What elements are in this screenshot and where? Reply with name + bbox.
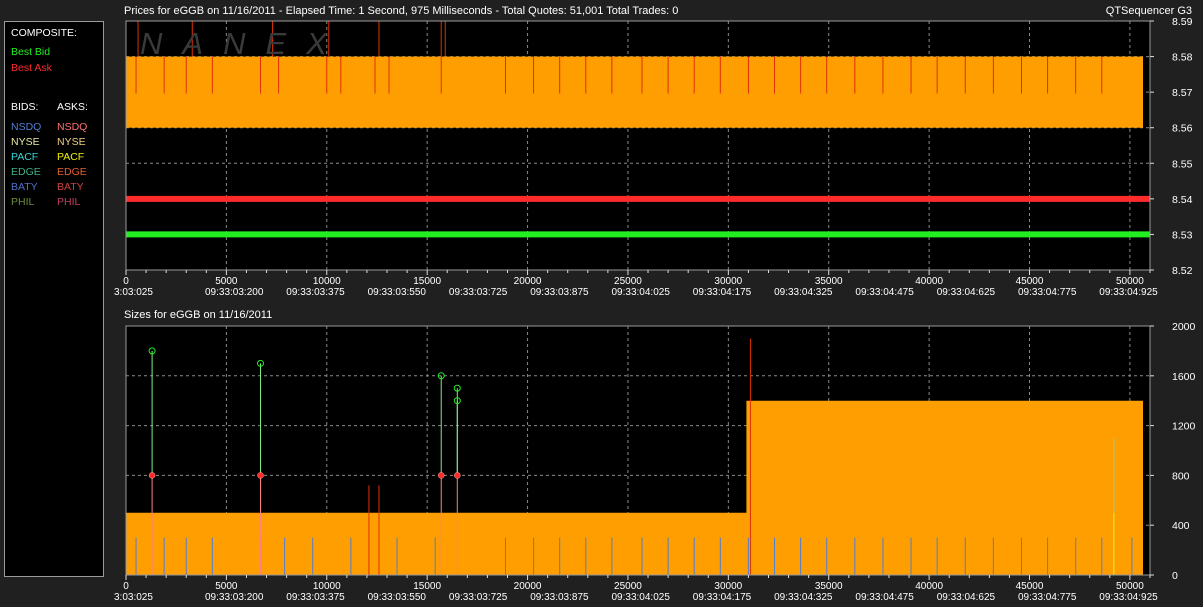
x-tick-label: 40000 <box>915 581 943 592</box>
x-tick-label: 45000 <box>1016 581 1044 592</box>
ask-marker <box>148 472 156 479</box>
time-tick-label: 09:33:03:550 <box>368 592 427 603</box>
x-tick-label: 50000 <box>1116 581 1144 592</box>
x-tick-label: 20000 <box>514 276 542 287</box>
time-tick-label: 3:03:025 <box>114 287 153 298</box>
x-tick-label: 40000 <box>915 276 943 287</box>
time-tick-label: 09:33:03:725 <box>449 287 508 298</box>
x-tick-label: 10000 <box>313 276 341 287</box>
y-tick-label: 8.57 <box>1172 87 1193 99</box>
x-tick-label: 30000 <box>714 581 742 592</box>
time-tick-label: 09:33:04:925 <box>1099 287 1158 298</box>
watermark: NANEX <box>140 26 347 61</box>
x-tick-label: 5000 <box>215 581 238 592</box>
time-tick-label: 09:33:03:875 <box>530 287 589 298</box>
x-tick-label: 20000 <box>514 581 542 592</box>
ask-marker <box>454 472 461 479</box>
x-tick-label: 25000 <box>614 276 642 287</box>
time-tick-label: 09:33:04:175 <box>693 287 752 298</box>
time-tick-label: 09:33:04:475 <box>855 287 914 298</box>
time-tick-label: 09:33:04:925 <box>1099 592 1158 603</box>
x-tick-label: 10000 <box>313 581 341 592</box>
time-tick-label: 09:33:04:625 <box>937 592 996 603</box>
time-tick-label: 09:33:04:625 <box>937 287 996 298</box>
time-tick-label: 09:33:04:025 <box>612 287 671 298</box>
y-tick-label: 2000 <box>1172 321 1196 333</box>
time-tick-label: 09:33:03:200 <box>205 592 264 603</box>
y-tick-label: 8.56 <box>1172 123 1193 135</box>
x-tick-label: 25000 <box>614 581 642 592</box>
time-tick-label: 09:33:04:775 <box>1018 287 1077 298</box>
time-tick-label: 09:33:03:875 <box>530 592 589 603</box>
x-tick-label: 5000 <box>215 276 238 287</box>
y-tick-label: 1200 <box>1172 421 1196 433</box>
time-tick-label: 09:33:04:325 <box>774 287 833 298</box>
time-tick-label: 3:03:025 <box>114 592 153 603</box>
time-tick-label: 09:33:04:025 <box>612 592 671 603</box>
x-tick-label: 15000 <box>413 581 441 592</box>
x-tick-label: 0 <box>123 276 129 287</box>
time-tick-label: 09:33:03:375 <box>286 287 345 298</box>
x-tick-label: 35000 <box>815 276 843 287</box>
y-tick-label: 8.55 <box>1172 158 1193 170</box>
time-tick-label: 09:33:03:375 <box>286 592 345 603</box>
time-tick-label: 09:33:03:200 <box>205 287 264 298</box>
time-tick-label: 09:33:04:775 <box>1018 592 1077 603</box>
size-chart-title: Sizes for eGGB on 11/16/2011 <box>124 309 273 321</box>
y-tick-label: 1600 <box>1172 371 1196 383</box>
y-tick-label: 8.58 <box>1172 52 1193 64</box>
time-tick-label: 09:33:04:175 <box>693 592 752 603</box>
y-tick-label: 8.54 <box>1172 194 1193 206</box>
y-tick-label: 8.53 <box>1172 229 1193 241</box>
time-tick-label: 09:33:04:475 <box>855 592 914 603</box>
x-tick-label: 45000 <box>1016 276 1044 287</box>
time-tick-label: 09:33:03:550 <box>368 287 427 298</box>
y-tick-label: 8.52 <box>1172 265 1193 277</box>
y-tick-label: 0 <box>1172 570 1178 582</box>
x-tick-label: 0 <box>123 581 129 592</box>
time-tick-label: 09:33:04:325 <box>774 592 833 603</box>
x-tick-label: 15000 <box>413 276 441 287</box>
y-tick-label: 8.59 <box>1172 16 1193 28</box>
time-tick-label: 09:33:03:725 <box>449 592 508 603</box>
ask-marker <box>437 472 445 479</box>
y-tick-label: 400 <box>1172 520 1190 532</box>
x-tick-label: 35000 <box>815 581 843 592</box>
x-tick-label: 50000 <box>1116 276 1144 287</box>
y-tick-label: 800 <box>1172 470 1190 482</box>
ask-marker <box>257 472 264 479</box>
size-chart: 0 5000 10000 15000 20000 25000 30000 35000 40000… <box>114 321 1196 603</box>
x-tick-label: 30000 <box>714 276 742 287</box>
